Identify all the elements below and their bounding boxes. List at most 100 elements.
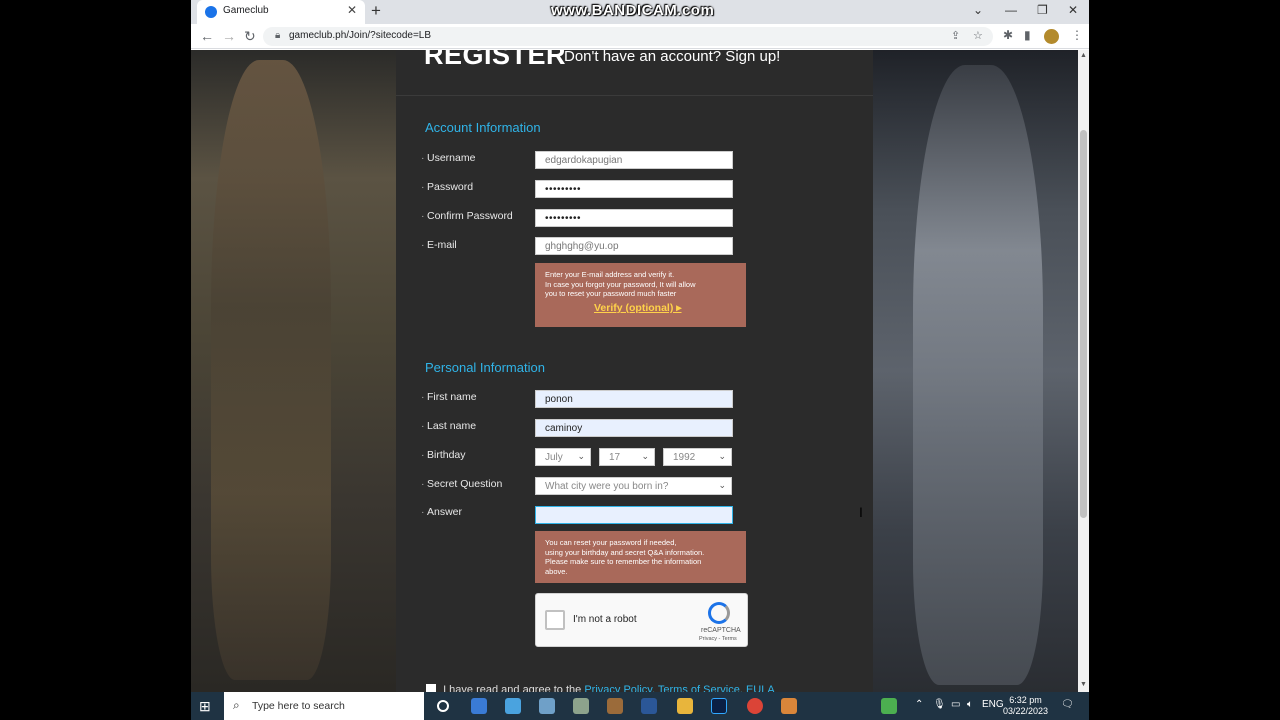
game-app-icon[interactable]: [607, 698, 623, 714]
app-icon[interactable]: [781, 698, 797, 714]
chevron-down-icon: ⌄: [577, 451, 585, 461]
secret-question-select[interactable]: What city were you born in? ⌄: [535, 477, 732, 495]
recaptcha-links[interactable]: Privacy - Terms: [699, 636, 737, 642]
network-icon[interactable]: ▭: [951, 699, 960, 710]
scrollbar-thumb[interactable]: [1080, 130, 1087, 518]
soldier-art-left: [191, 50, 396, 692]
tray-chevron-icon[interactable]: ⌃: [915, 699, 923, 710]
restore-button[interactable]: ❐: [1037, 3, 1048, 17]
email-tip-line: you to reset your password much faster: [545, 289, 677, 298]
browser-toolbar: ← → ↻ 🔒︎ gameclub.ph/Join/?sitecode=LB ⇪…: [191, 24, 1089, 49]
email-tip-line: Enter your E-mail address and verify it.: [545, 270, 675, 279]
minimize-button[interactable]: —: [1005, 3, 1017, 17]
bookmark-star-icon[interactable]: ☆: [973, 29, 983, 42]
file-explorer-icon[interactable]: [677, 698, 693, 714]
last-name-label: Last name: [421, 420, 476, 432]
register-header: REGISTER Don't have an account? Sign up!: [396, 50, 873, 96]
username-label: Username: [421, 152, 475, 164]
recaptcha-widget: I'm not a robot reCAPTCHA Privacy - Term…: [535, 593, 748, 647]
photoshop-app-icon[interactable]: [711, 698, 727, 714]
taskbar-search-box[interactable]: ⌕ Type here to search: [224, 692, 424, 720]
nvidia-tray-icon[interactable]: [881, 698, 897, 714]
tab-close-icon[interactable]: ✕: [347, 3, 357, 17]
close-window-button[interactable]: ✕: [1068, 3, 1078, 17]
app-icon[interactable]: [505, 698, 521, 714]
answer-tip-line: using your birthday and secret Q&A infor…: [545, 547, 705, 557]
side-panel-icon[interactable]: ▮: [1024, 28, 1031, 42]
agree-checkbox[interactable]: [426, 684, 436, 692]
answer-tip-line: Please make sure to remember the informa…: [545, 557, 702, 566]
answer-field[interactable]: [535, 506, 733, 524]
secret-question-value: What city were you born in?: [545, 481, 669, 492]
microphone-icon[interactable]: 🎙︎: [933, 699, 946, 710]
birth-day-value: 17: [609, 452, 621, 463]
back-arrow-icon[interactable]: ←: [200, 28, 214, 44]
taskbar-search-placeholder: Type here to search: [252, 700, 345, 712]
tab-gameclub[interactable]: Gameclub ✕: [197, 0, 365, 24]
eula-link[interactable]: EULA: [746, 684, 775, 692]
calculator-app-icon[interactable]: [471, 698, 487, 714]
bandicam-watermark: www.BANDICAM.com: [551, 2, 715, 19]
tab-strip: Gameclub ✕ + www.BANDICAM.com ⌄ — ❐ ✕: [191, 0, 1089, 24]
new-tab-button[interactable]: +: [371, 1, 381, 21]
recaptcha-logo-icon: [708, 602, 730, 624]
windows-start-icon[interactable]: ⊞: [199, 698, 211, 715]
chevron-down-icon: ⌄: [641, 451, 649, 461]
answer-tooltip: You can reset your password if needed, u…: [535, 531, 746, 583]
password-label: Password: [421, 181, 473, 193]
chrome-app-icon[interactable]: [747, 698, 763, 714]
confirm-password-field[interactable]: •••••••••: [535, 209, 733, 227]
first-name-field[interactable]: ponon: [535, 390, 733, 408]
birth-year-select[interactable]: 1992 ⌄: [663, 448, 732, 466]
menu-dots-icon[interactable]: ⋮: [1071, 28, 1083, 42]
answer-label: Answer: [421, 506, 462, 518]
task-view-icon[interactable]: [437, 700, 449, 712]
url-text: gameclub.ph/Join/?sitecode=LB: [289, 30, 432, 41]
email-tooltip: Enter your E-mail address and verify it.…: [535, 263, 746, 327]
password-field[interactable]: •••••••••: [535, 180, 733, 198]
volume-icon[interactable]: 🔈︎: [967, 699, 973, 710]
scroll-up-icon[interactable]: ▲: [1080, 52, 1087, 59]
username-field[interactable]: edgardokapugian: [535, 151, 733, 169]
email-label: E-mail: [421, 239, 457, 251]
taskbar-clock[interactable]: 6:32 pm 03/22/2023: [1003, 695, 1048, 717]
agree-text: I have read and agree to the: [443, 684, 582, 692]
vertical-scrollbar[interactable]: ▲ ▼: [1078, 50, 1089, 692]
verify-email-link[interactable]: Verify (optional) ▸: [594, 303, 682, 314]
birthday-label: Birthday: [421, 449, 465, 461]
answer-tip-line: You can reset your password if needed,: [545, 538, 677, 547]
forward-arrow-icon[interactable]: →: [222, 28, 236, 44]
extensions-icon[interactable]: ✱: [1003, 28, 1013, 42]
windows-taskbar: ⊞ ⌕ Type here to search ⌃ 🎙︎ ▭ 🔈︎ ENG 6:…: [191, 692, 1089, 720]
account-information-heading: Account Information: [425, 120, 541, 135]
share-icon[interactable]: ⇪: [951, 29, 960, 42]
privacy-policy-link[interactable]: Privacy Policy,: [584, 684, 655, 692]
scroll-down-icon[interactable]: ▼: [1080, 681, 1087, 688]
last-name-field[interactable]: caminoy: [535, 419, 733, 437]
birth-month-value: July: [545, 452, 563, 463]
birth-day-select[interactable]: 17 ⌄: [599, 448, 655, 466]
recaptcha-label: I'm not a robot: [573, 614, 637, 625]
clock-time: 6:32 pm: [1009, 695, 1042, 705]
recaptcha-checkbox[interactable]: [545, 610, 565, 630]
lock-icon: 🔒︎: [275, 30, 281, 41]
soldier-art-right: [873, 50, 1078, 692]
language-indicator[interactable]: ENG: [982, 699, 1004, 710]
soldier-figure-right: [913, 65, 1043, 685]
browser-window: Gameclub ✕ + www.BANDICAM.com ⌄ — ❐ ✕ ← …: [191, 0, 1089, 692]
search-icon: ⌕: [233, 698, 240, 712]
word-app-icon[interactable]: [641, 698, 657, 714]
app-icon[interactable]: [573, 698, 589, 714]
address-bar[interactable]: 🔒︎ gameclub.ph/Join/?sitecode=LB ⇪ ☆: [263, 27, 993, 46]
register-panel: REGISTER Don't have an account? Sign up!…: [396, 50, 873, 692]
notification-icon[interactable]: 🗨︎: [1061, 699, 1074, 710]
tab-search-icon[interactable]: ⌄: [973, 3, 983, 17]
birth-month-select[interactable]: July ⌄: [535, 448, 591, 466]
app-icon[interactable]: [539, 698, 555, 714]
gameclub-favicon-icon: [205, 6, 217, 18]
profile-avatar[interactable]: [1044, 29, 1059, 44]
soldier-figure-left: [211, 60, 331, 680]
email-field[interactable]: ghghghg@yu.op: [535, 237, 733, 255]
reload-icon[interactable]: ↻: [244, 28, 256, 45]
terms-of-service-link[interactable]: Terms of Service,: [658, 684, 743, 692]
